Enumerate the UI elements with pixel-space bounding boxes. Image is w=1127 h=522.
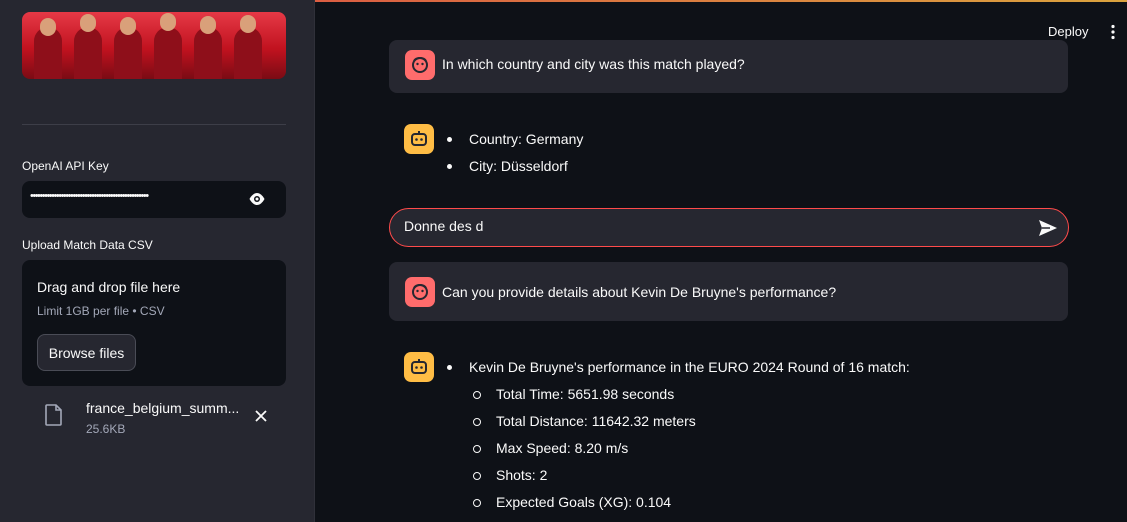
list-item: Kevin De Bruyne's performance in the EUR… (444, 358, 910, 385)
uploaded-file: france_belgium_summ... 25.6KB (22, 396, 286, 440)
list-item: Expected Goals (XG): 0.104 (444, 493, 696, 520)
list-item: Total Distance: 11642.32 meters (444, 412, 696, 439)
send-icon[interactable] (1038, 219, 1058, 237)
user-message-text: In which country and city was this match… (442, 56, 745, 72)
bot-answer-list: Country: Germany City: Düsseldorf (444, 130, 583, 184)
user-avatar-icon (405, 50, 435, 80)
api-key-label: OpenAI API Key (22, 159, 109, 173)
file-size: 25.6KB (86, 422, 126, 436)
list-item: Shots: 2 (444, 466, 696, 493)
chat-input-field[interactable] (404, 218, 1004, 234)
kebab-menu-icon[interactable] (1106, 24, 1120, 40)
browse-files-button[interactable]: Browse files (37, 334, 136, 371)
list-item: Total Time: 5651.98 seconds (444, 385, 696, 412)
close-icon[interactable] (254, 409, 268, 423)
api-key-value[interactable]: ••••••••••••••••••••••••••••••••••••••••… (30, 190, 245, 202)
file-name: france_belgium_summ... (86, 400, 240, 416)
user-message-text: Can you provide details about Kevin De B… (442, 284, 837, 300)
chat-input[interactable] (389, 208, 1069, 247)
user-message: Can you provide details about Kevin De B… (389, 262, 1068, 321)
bot-answer-sublist: Total Time: 5651.98 seconds Total Distan… (444, 385, 696, 520)
dropzone-limit: Limit 1GB per file • CSV (37, 304, 165, 318)
api-key-input[interactable]: ••••••••••••••••••••••••••••••••••••••••… (22, 181, 286, 218)
list-item: City: Düsseldorf (444, 157, 583, 184)
dropzone-title: Drag and drop file here (37, 279, 181, 295)
bot-avatar-icon (404, 124, 434, 154)
list-item: Country: Germany (444, 130, 583, 157)
user-avatar-icon (405, 277, 435, 307)
deploy-button[interactable]: Deploy (1048, 24, 1088, 39)
bot-answer-list: Kevin De Bruyne's performance in the EUR… (444, 358, 910, 385)
bot-avatar-icon (404, 352, 434, 382)
eye-icon[interactable] (248, 192, 266, 206)
user-message: In which country and city was this match… (389, 40, 1068, 93)
sidebar: OpenAI API Key •••••••••••••••••••••••••… (0, 0, 315, 522)
upload-label: Upload Match Data CSV (22, 238, 153, 252)
file-icon (45, 404, 62, 426)
list-item: Max Speed: 8.20 m/s (444, 439, 696, 466)
sidebar-divider (22, 124, 286, 125)
file-dropzone[interactable]: Drag and drop file here Limit 1GB per fi… (22, 260, 286, 386)
team-banner-image (22, 12, 286, 79)
